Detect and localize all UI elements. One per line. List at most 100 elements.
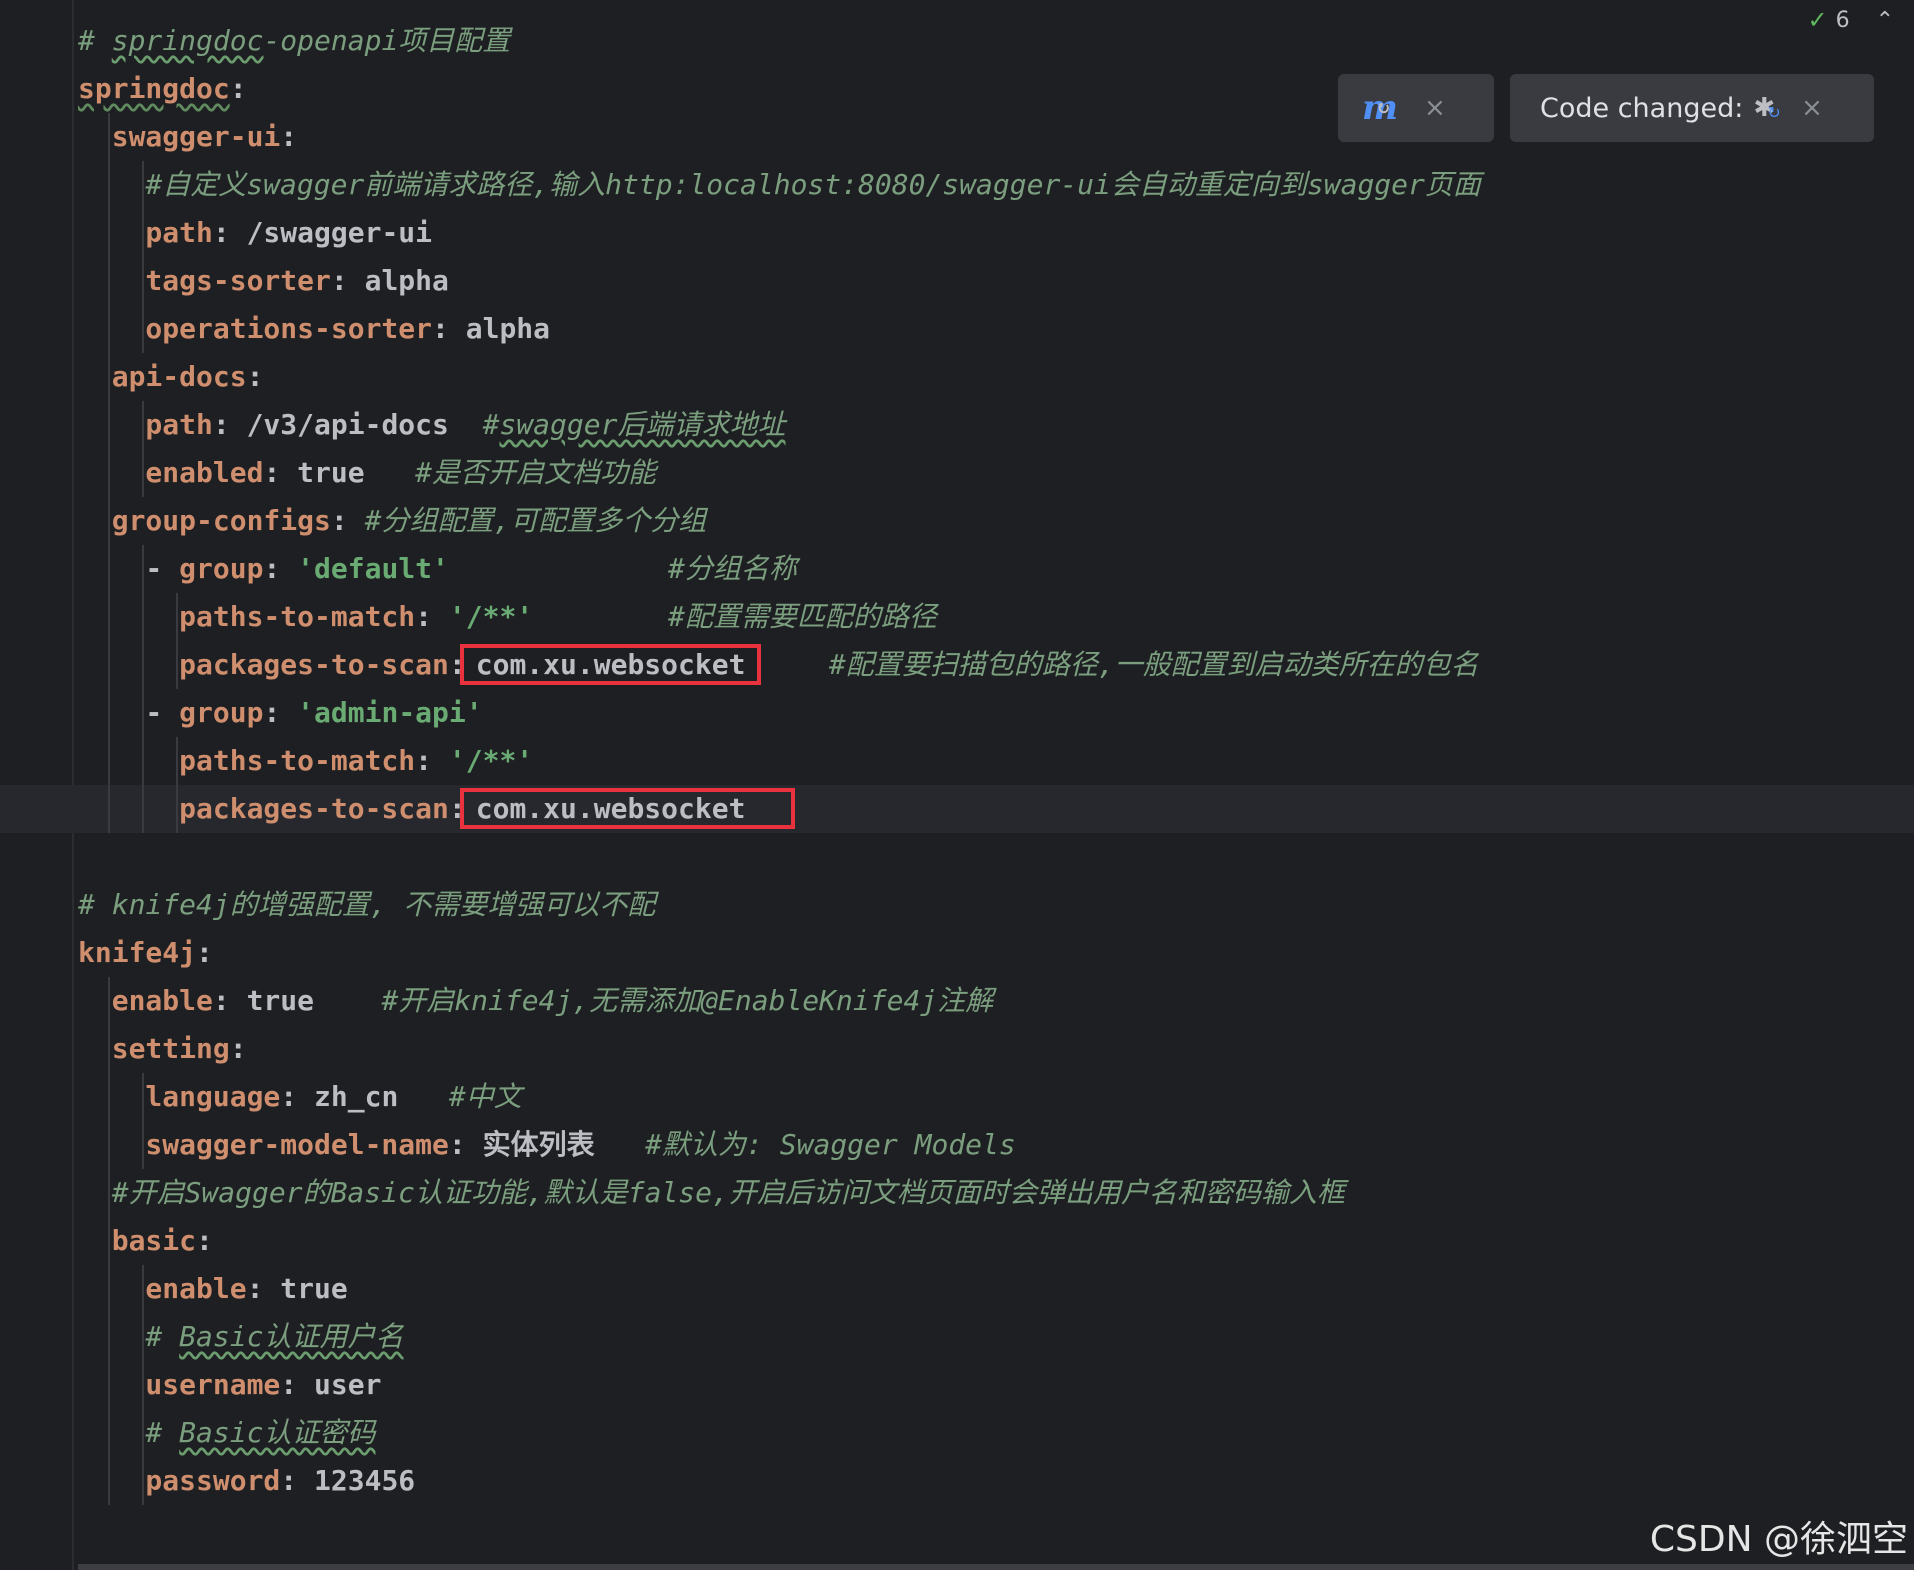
debug-reload-icon[interactable]: ✱ ↻ (1753, 93, 1780, 123)
code-token: /swagger-ui (246, 216, 433, 249)
code-line-content: packages-to-scan: com.xu.websocket #配置要扫描… (78, 641, 1479, 689)
code-line[interactable]: operations-sorter: alpha (0, 305, 1914, 353)
code-line-content: swagger-ui: (78, 113, 297, 161)
code-token: packages-to-scan (78, 648, 449, 681)
maven-reload-icon[interactable]: m ↻ (1362, 88, 1398, 128)
highlighted-value: com.xu.websocket (459, 644, 762, 685)
code-token: alpha (364, 264, 449, 297)
code-changed-popup[interactable]: Code changed: ✱ ↻ × (1510, 74, 1874, 142)
code-line[interactable]: packages-to-scan: com.xu.websocket #配置要扫描… (0, 641, 1914, 689)
code-line-content: swagger-model-name: 实体列表 #默认为: Swagger M… (78, 1121, 1015, 1169)
code-line[interactable]: setting: (0, 1025, 1914, 1073)
code-line-content: path: /v3/api-docs #swagger后端请求地址 (78, 401, 785, 449)
code-token: #配置要扫描包的路径,一般配置到启动类所在的包名 (828, 648, 1479, 681)
code-line[interactable]: packages-to-scan: com.xu.websocket (0, 785, 1914, 833)
code-line[interactable]: basic: (0, 1217, 1914, 1265)
code-token: basic (78, 1224, 197, 1257)
code-line-content: - group: 'default' #分组名称 (78, 545, 797, 593)
code-token: group (179, 552, 264, 585)
code-token: -openapi项目配置 (263, 24, 511, 57)
code-token: : (280, 1080, 315, 1113)
code-token: #是否开启文档功能 (415, 456, 657, 489)
code-line[interactable]: swagger-model-name: 实体列表 #默认为: Swagger M… (0, 1121, 1914, 1169)
code-token: alpha (465, 312, 551, 345)
code-token: #配置需要匹配的路径 (668, 600, 937, 633)
code-line[interactable]: path: /v3/api-docs #swagger后端请求地址 (0, 401, 1914, 449)
code-line[interactable]: enable: true #开启knife4j,无需添加@EnableKnife… (0, 977, 1914, 1025)
code-token: # (78, 1320, 180, 1353)
code-line[interactable]: enable: true (0, 1265, 1914, 1313)
code-token: : (330, 264, 365, 297)
code-token: : (432, 312, 466, 345)
code-token: #中文 (448, 1080, 522, 1113)
code-line[interactable]: paths-to-match: '/**' (0, 737, 1914, 785)
code-line[interactable]: language: zh_cn #中文 (0, 1073, 1914, 1121)
code-line[interactable]: paths-to-match: '/**' #配置需要匹配的路径 (0, 593, 1914, 641)
code-line[interactable]: #开启Swagger的Basic认证功能,默认是false,开启后访问文档页面时… (0, 1169, 1914, 1217)
code-token: springdoc (111, 24, 264, 57)
code-line-content: springdoc: (78, 65, 247, 113)
code-token: springdoc (78, 72, 230, 105)
code-line[interactable]: enabled: true #是否开启文档功能 (0, 449, 1914, 497)
code-token: # (78, 24, 112, 57)
code-token: Basic认证密码 (179, 1416, 376, 1449)
code-token: 'default' (297, 552, 449, 585)
code-line[interactable]: password: 123456 (0, 1457, 1914, 1505)
code-line-content: paths-to-match: '/**' (78, 737, 533, 785)
code-changed-label: Code changed: (1540, 92, 1744, 124)
code-token: path (78, 216, 213, 249)
code-line[interactable]: - group: 'admin-api' (0, 689, 1914, 737)
code-token: : (246, 360, 264, 393)
highlighted-value: com.xu.websocket (459, 788, 796, 829)
code-line[interactable]: api-docs: (0, 353, 1914, 401)
code-line-content: language: zh_cn #中文 (78, 1073, 522, 1121)
code-line[interactable]: knife4j: (0, 929, 1914, 977)
code-token: paths-to-match (78, 600, 416, 633)
code-token: api-docs (78, 360, 247, 393)
code-line-content: enable: true #开启knife4j,无需添加@EnableKnife… (78, 977, 993, 1025)
code-line-content: #自定义swagger前端请求路径,输入http:localhost:8080/… (78, 161, 1481, 209)
code-line-content: - group: 'admin-api' (78, 689, 482, 737)
code-line[interactable]: - group: 'default' #分组名称 (0, 545, 1914, 593)
code-line[interactable]: #自定义swagger前端请求路径,输入http:localhost:8080/… (0, 161, 1914, 209)
code-token: : (448, 1128, 483, 1161)
close-icon[interactable]: × (1424, 93, 1446, 123)
inspection-count: 6 (1835, 7, 1850, 33)
code-line-content: enable: true (78, 1265, 347, 1313)
horizontal-scrollbar[interactable] (78, 1564, 1914, 1570)
code-line-content: password: 123456 (78, 1457, 415, 1505)
code-line-content: # Basic认证密码 (78, 1409, 375, 1457)
code-token: : (212, 408, 247, 441)
code-token: true (246, 984, 382, 1017)
code-line[interactable]: tags-sorter: alpha (0, 257, 1914, 305)
close-icon[interactable]: × (1801, 93, 1823, 123)
code-token: knife4j (78, 936, 197, 969)
code-line[interactable]: username: user (0, 1361, 1914, 1409)
code-editor[interactable]: # springdoc-openapi项目配置 springdoc: swagge… (0, 0, 1914, 1570)
code-token: #自定义swagger前端请求路径,输入http:localhost:8080/… (78, 168, 1481, 201)
code-token: - (78, 552, 180, 585)
code-line[interactable]: # springdoc-openapi项目配置 (0, 17, 1914, 65)
code-line-content: api-docs: (78, 353, 264, 401)
code-line[interactable]: path: /swagger-ui (0, 209, 1914, 257)
code-line[interactable]: # Basic认证密码 (0, 1409, 1914, 1457)
code-token: : (229, 72, 247, 105)
code-token: : (415, 744, 449, 777)
code-token: setting (78, 1032, 230, 1065)
code-token: 实体列表 (482, 1128, 646, 1161)
code-token: : (263, 696, 298, 729)
code-token: path (78, 408, 213, 441)
code-line[interactable]: group-configs: #分组配置,可配置多个分组 (0, 497, 1914, 545)
code-line-content: paths-to-match: '/**' #配置需要匹配的路径 (78, 593, 937, 641)
code-token: operations-sorter (78, 312, 433, 345)
chevron-up-icon[interactable]: ⌃ (1876, 8, 1894, 33)
code-token: #分组名称 (668, 552, 797, 585)
code-line[interactable]: # knife4j的增强配置, 不需要增强可以不配 (0, 881, 1914, 929)
code-line[interactable] (0, 833, 1914, 881)
code-line[interactable]: # Basic认证用户名 (0, 1313, 1914, 1361)
code-token: : (280, 120, 298, 153)
code-line-content: operations-sorter: alpha (78, 305, 550, 353)
inspection-widget[interactable]: ✓ 6 ⌃ (1807, 6, 1894, 34)
maven-reload-popup[interactable]: m ↻ × (1338, 74, 1494, 142)
